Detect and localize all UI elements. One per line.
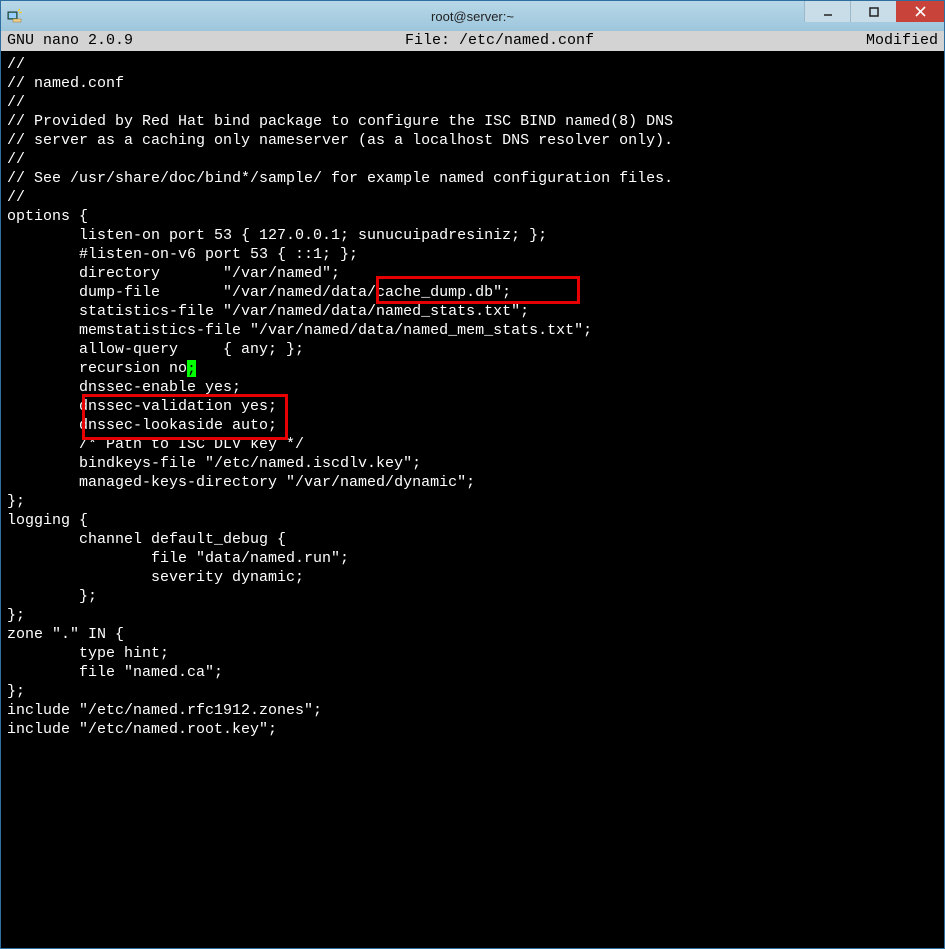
- file-line: severity dynamic;: [7, 568, 938, 587]
- file-line: recursion no;: [7, 359, 938, 378]
- window-frame: root@server:~ GNU nano 2.0.9 File: /etc/…: [0, 0, 945, 949]
- file-line: dnssec-lookaside auto;: [7, 416, 938, 435]
- text-cursor: ;: [187, 360, 196, 377]
- nano-filename: File: /etc/named.conf: [133, 31, 866, 51]
- file-line: // See /usr/share/doc/bind*/sample/ for …: [7, 169, 938, 188]
- file-line: statistics-file "/var/named/data/named_s…: [7, 302, 938, 321]
- file-line: zone "." IN {: [7, 625, 938, 644]
- file-line: managed-keys-directory "/var/named/dynam…: [7, 473, 938, 492]
- minimize-button[interactable]: [804, 1, 850, 22]
- file-line: file "named.ca";: [7, 663, 938, 682]
- file-line: // server as a caching only nameserver (…: [7, 131, 938, 150]
- file-line: };: [7, 492, 938, 511]
- file-line: };: [7, 587, 938, 606]
- title-bar[interactable]: root@server:~: [1, 1, 944, 31]
- file-line: #listen-on-v6 port 53 { ::1; };: [7, 245, 938, 264]
- file-line: channel default_debug {: [7, 530, 938, 549]
- file-line: dump-file "/var/named/data/cache_dump.db…: [7, 283, 938, 302]
- file-line: dnssec-validation yes;: [7, 397, 938, 416]
- close-button[interactable]: [896, 1, 944, 22]
- file-line: memstatistics-file "/var/named/data/name…: [7, 321, 938, 340]
- file-line: //: [7, 55, 938, 74]
- file-line: allow-query { any; };: [7, 340, 938, 359]
- file-line: // named.conf: [7, 74, 938, 93]
- nano-modified: Modified: [866, 31, 938, 51]
- file-line: options {: [7, 207, 938, 226]
- file-line: file "data/named.run";: [7, 549, 938, 568]
- file-line: };: [7, 682, 938, 701]
- window-buttons: [804, 1, 944, 31]
- terminal-editor[interactable]: //// named.conf//// Provided by Red Hat …: [1, 51, 944, 948]
- window-title: root@server:~: [1, 9, 944, 24]
- file-line: /* Path to ISC DLV key */: [7, 435, 938, 454]
- file-line: //: [7, 93, 938, 112]
- nano-status-bar: GNU nano 2.0.9 File: /etc/named.conf Mod…: [1, 31, 944, 51]
- nano-version: GNU nano 2.0.9: [7, 31, 133, 51]
- file-line: dnssec-enable yes;: [7, 378, 938, 397]
- file-line: // Provided by Red Hat bind package to c…: [7, 112, 938, 131]
- file-line: listen-on port 53 { 127.0.0.1; sunucuipa…: [7, 226, 938, 245]
- maximize-button[interactable]: [850, 1, 896, 22]
- file-line: include "/etc/named.root.key";: [7, 720, 938, 739]
- putty-icon: [7, 8, 23, 24]
- file-line: directory "/var/named";: [7, 264, 938, 283]
- file-line: include "/etc/named.rfc1912.zones";: [7, 701, 938, 720]
- file-line: //: [7, 188, 938, 207]
- file-line: bindkeys-file "/etc/named.iscdlv.key";: [7, 454, 938, 473]
- file-line: logging {: [7, 511, 938, 530]
- file-line: //: [7, 150, 938, 169]
- file-line: };: [7, 606, 938, 625]
- file-line: type hint;: [7, 644, 938, 663]
